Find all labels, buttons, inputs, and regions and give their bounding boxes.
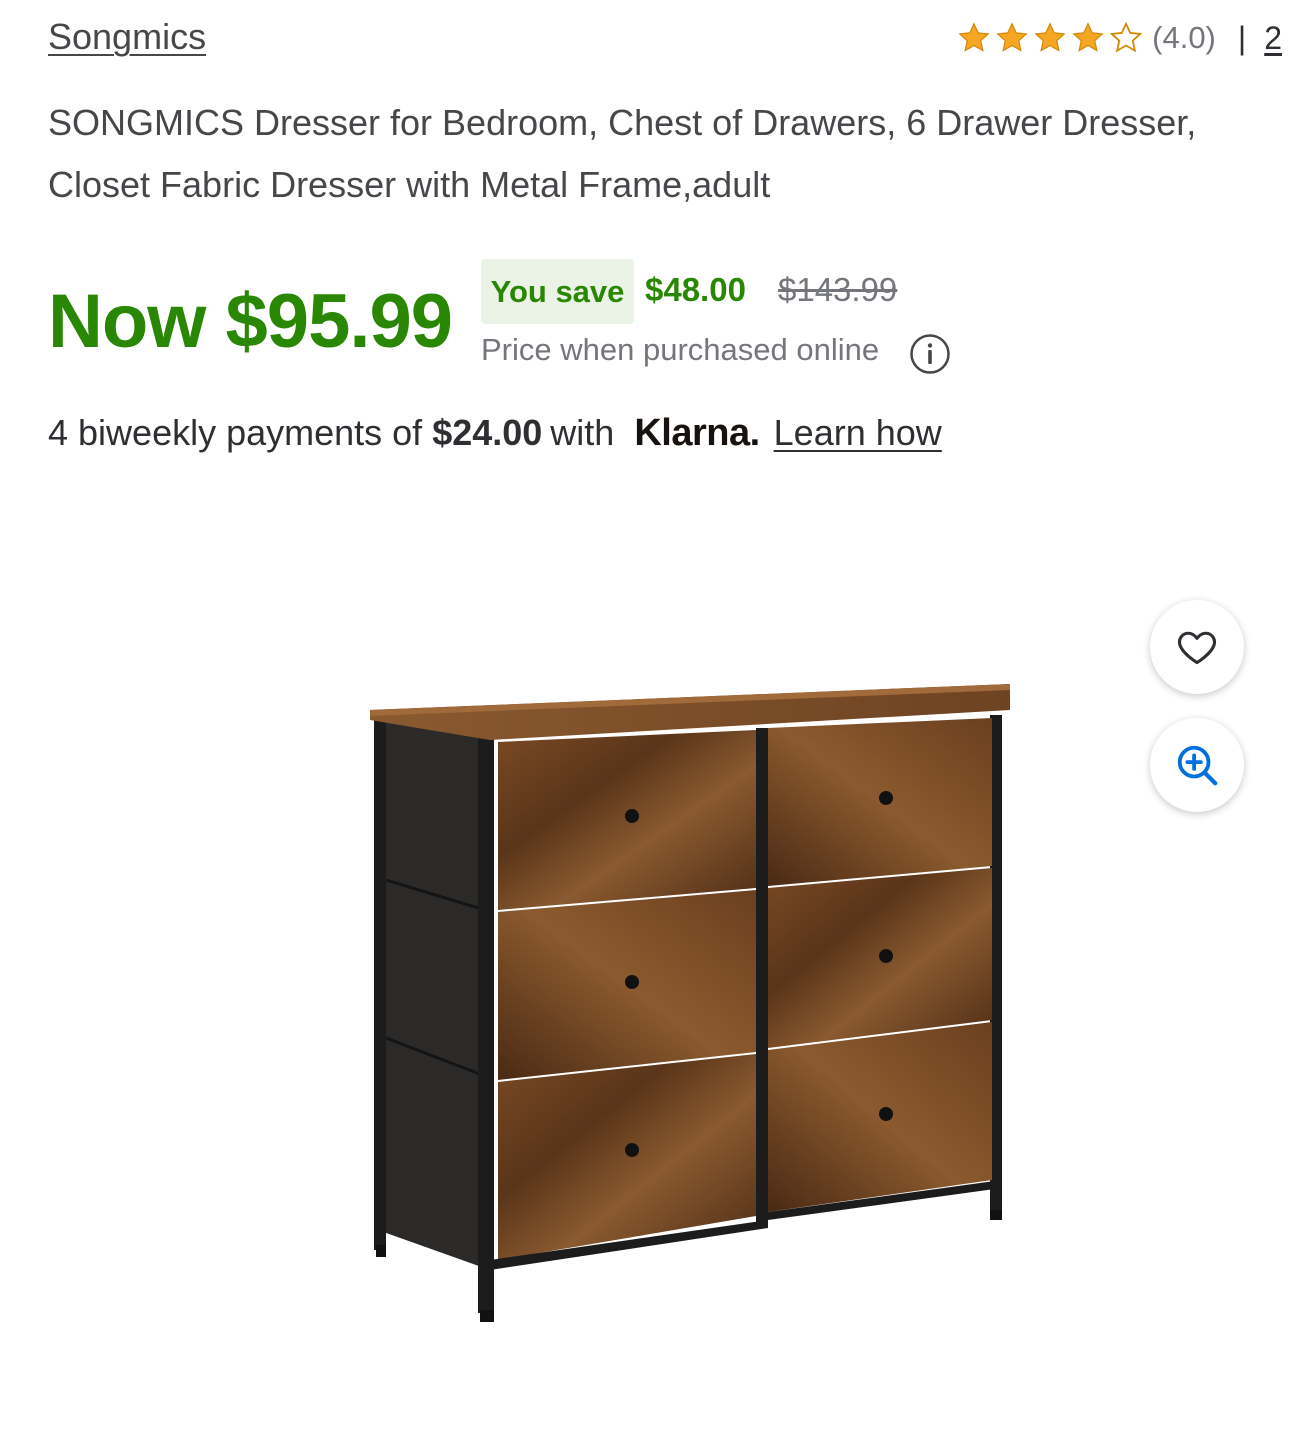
favorite-button[interactable] — [1150, 600, 1244, 694]
info-icon[interactable] — [909, 333, 951, 375]
klarna-payment-line: 4 biweekly payments of $24.00 with Klarn… — [48, 412, 942, 455]
product-title: SONGMICS Dresser for Bedroom, Chest of D… — [48, 102, 1197, 205]
star-outline-icon — [1109, 21, 1143, 53]
zoom-button[interactable] — [1150, 718, 1244, 812]
rating-separator: | — [1237, 19, 1247, 56]
klarna-amount: $24.00 — [432, 412, 543, 453]
star-icon — [996, 22, 1028, 52]
heart-icon — [1178, 631, 1216, 665]
save-amount: $48.00 — [645, 271, 746, 308]
price-note: Price when purchased online — [481, 332, 880, 367]
star-icon — [1072, 22, 1104, 52]
learn-how-link[interactable]: Learn how — [774, 412, 942, 454]
zoom-in-icon — [1177, 745, 1218, 786]
product-image-dresser[interactable] — [320, 620, 1050, 1350]
you-save-badge: You save — [481, 259, 634, 324]
klarna-with: with — [550, 412, 615, 453]
current-price: Now $95.99 — [48, 279, 453, 364]
review-count-link[interactable]: 2 — [1264, 20, 1282, 57]
was-price: $143.99 — [778, 271, 898, 308]
klarna-prefix: 4 biweekly payments of — [48, 412, 423, 453]
rating-summary: (4.0) | 2 — [956, 14, 1282, 62]
rating-value: (4.0) — [1152, 20, 1216, 55]
star-icon — [958, 22, 990, 52]
klarna-logo: Klarna. — [634, 412, 760, 454]
star-rating — [956, 20, 1144, 56]
brand-link[interactable]: Songmics — [48, 16, 206, 58]
star-icon — [1034, 22, 1066, 52]
